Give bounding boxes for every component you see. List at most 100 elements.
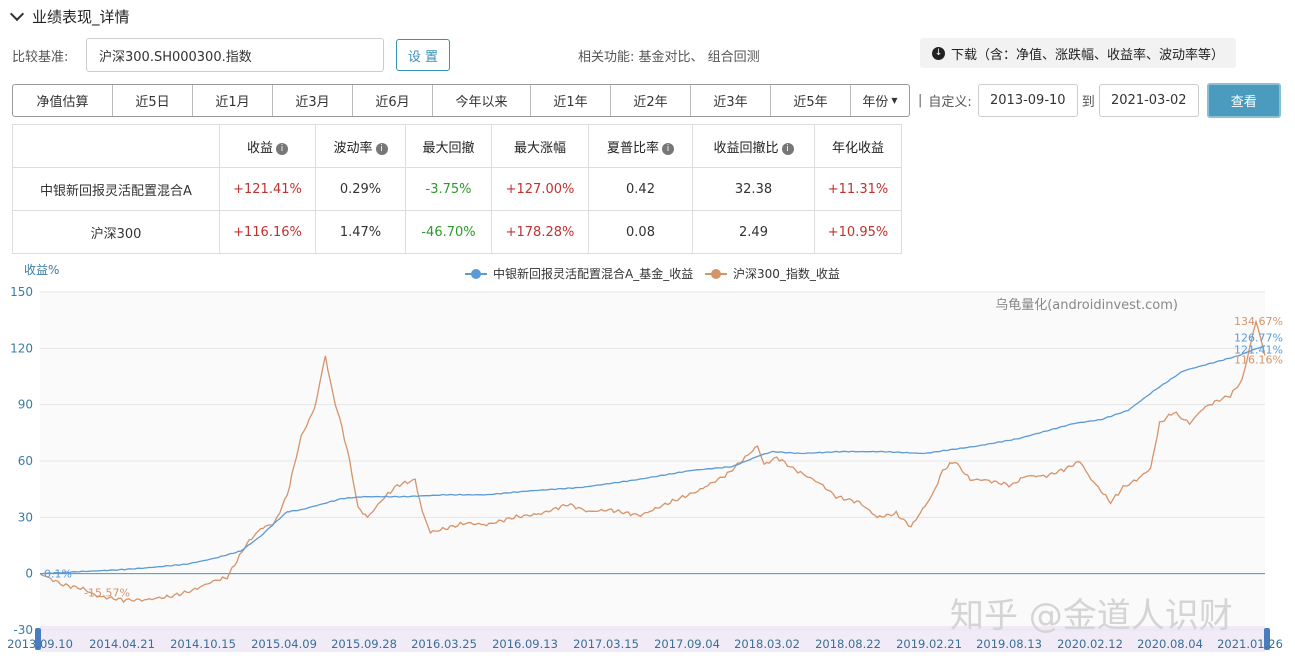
y-axis-title: 收益%	[24, 263, 59, 277]
x-tick-label: 2016.09.13	[492, 637, 558, 651]
legend-label: 中银新回报灵活配置混合A_基金_收益	[493, 266, 693, 281]
table-cell: -46.70%	[405, 210, 492, 254]
y-tick-label: 0	[25, 567, 33, 581]
info-icon[interactable]: i	[662, 142, 674, 155]
tab-7[interactable]: 近2年	[611, 85, 691, 116]
source-note: 乌龟量化(androidinvest.com)	[995, 297, 1178, 313]
y-tick-label: 90	[18, 398, 33, 412]
period-tabs: 净值估算 近5日 近1月 近3月 近6月 今年以来 近1年 近2年 近3年 近5年 年份 ▼	[12, 84, 910, 117]
table-cell: +127.00%	[491, 167, 589, 211]
x-tick-label: 2021.01.26	[1217, 637, 1283, 651]
tab-3[interactable]: 近3月	[273, 85, 353, 116]
info-icon[interactable]: i	[375, 142, 388, 155]
caret-down-icon: ▼	[891, 96, 898, 105]
x-tick-label: 2016.03.25	[411, 637, 477, 651]
tab-8[interactable]: 近3年	[691, 85, 771, 116]
table-cell: 0.29%	[315, 167, 406, 211]
download-icon: ↓	[932, 46, 945, 60]
tab-4[interactable]: 近6月	[353, 85, 433, 116]
chevron-down-icon[interactable]	[9, 6, 25, 22]
info-icon[interactable]: i	[276, 142, 288, 155]
table-cell: -3.75%	[405, 167, 492, 211]
column-header: 年化收益	[814, 124, 902, 168]
table-cell: +11.31%	[814, 167, 902, 211]
legend-swatch	[711, 269, 721, 279]
query-button[interactable]: 查看	[1206, 83, 1281, 118]
data-label: 134.67%	[1234, 315, 1283, 328]
table-cell: +10.95%	[814, 210, 902, 254]
divider: |	[918, 93, 923, 108]
table-cell: 1.47%	[315, 210, 406, 254]
column-header: 收益回撤比 i	[692, 124, 815, 168]
to-label: 到	[1081, 95, 1095, 110]
x-tick-label: 2019.08.13	[976, 637, 1042, 651]
section-title: 业绩表现_详情	[32, 7, 130, 26]
benchmark-label: 比较基准:	[12, 49, 69, 65]
column-header-label: 最大涨幅	[513, 140, 566, 156]
benchmark-input[interactable]: 沪深300.SH000300.指数	[86, 38, 384, 72]
watermark: 知乎 @金道人识财	[950, 596, 1233, 636]
data-label: 126.77%	[1234, 332, 1283, 345]
tab-2[interactable]: 近1月	[193, 85, 273, 116]
tab-0[interactable]: 净值估算	[13, 85, 113, 116]
y-tick-label: 60	[18, 454, 33, 468]
x-tick-label: 2020.02.12	[1057, 637, 1123, 651]
column-header: 最大涨幅	[491, 124, 589, 168]
x-tick-label: 2015.04.09	[251, 637, 317, 651]
data-label: -15.57%	[84, 586, 130, 599]
tab-10[interactable]: 年份 ▼	[851, 85, 909, 116]
column-header-label: 收益	[246, 140, 273, 156]
start-date-input[interactable]: 2013-09-10	[977, 84, 1078, 117]
x-tick-label: 2018.08.22	[815, 637, 881, 651]
column-header-label: 收益回撤比	[713, 140, 779, 156]
table-corner	[12, 124, 220, 168]
x-tick-label: 2017.09.04	[654, 637, 720, 651]
table-cell: +121.41%	[219, 167, 316, 211]
legend-label: 沪深300_指数_收益	[733, 266, 840, 281]
tab-1[interactable]: 近5日	[113, 85, 193, 116]
table-cell: 32.38	[692, 167, 815, 211]
column-header: 波动率 i	[315, 124, 406, 168]
column-header: 收益 i	[219, 124, 316, 168]
performance-table: 收益 i 波动率 i 最大回撤 最大涨幅 夏普比率 i 收益回撤比 i 年化收益 中银新回报灵活配置混…	[12, 124, 902, 254]
column-header-label: 最大回撤	[422, 140, 475, 156]
column-header-label: 波动率	[333, 140, 373, 156]
column-header: 夏普比率 i	[588, 124, 693, 168]
tab-6[interactable]: 近1年	[531, 85, 611, 116]
x-tick-label: 2013.09.10	[7, 637, 73, 651]
data-label: 0.1%	[44, 568, 72, 581]
x-tick-label: 2019.02.21	[896, 637, 962, 651]
x-tick-label: 2017.03.15	[573, 637, 639, 651]
column-header-label: 年化收益	[831, 140, 884, 156]
row-name: 中银新回报灵活配置混合A	[12, 167, 220, 211]
tab-5[interactable]: 今年以来	[433, 85, 531, 116]
table-row: 中银新回报灵活配置混合A +121.41% 0.29% -3.75% +127.00% 0…	[12, 167, 902, 211]
end-date-input[interactable]: 2021-03-02	[1098, 84, 1199, 117]
benchmark-row: 比较基准: 沪深300.SH000300.指数 设 置 相关功能: 基金对比、 …	[12, 38, 1292, 72]
legend-swatch	[471, 269, 481, 279]
related-functions[interactable]: 相关功能: 基金对比、 组合回测	[578, 46, 760, 65]
set-benchmark-button[interactable]: 设 置	[396, 39, 450, 71]
y-tick-label: -30	[13, 623, 33, 637]
range-row: 净值估算 近5日 近1月 近3月 近6月 今年以来 近1年 近2年 近3年 近5年 年份 ▼ | 自定…	[12, 83, 1281, 118]
custom-range-label: 自定义:	[928, 95, 972, 110]
download-label: 下载（含：净值、涨跌幅、收益率、波动率等）	[951, 47, 1225, 63]
column-header: 最大回撤	[405, 124, 492, 168]
column-header-label: 夏普比率	[606, 140, 659, 156]
download-button[interactable]: ↓ 下载（含：净值、涨跌幅、收益率、波动率等）	[920, 38, 1237, 68]
y-tick-label: 120	[10, 341, 33, 355]
info-icon[interactable]: i	[781, 142, 794, 155]
row-name: 沪深300	[12, 210, 220, 254]
y-tick-label: 150	[10, 285, 33, 299]
table-cell: +116.16%	[219, 210, 316, 254]
x-tick-label: 2020.08.04	[1137, 637, 1203, 651]
section-header[interactable]: 业绩表现_详情	[8, 6, 130, 26]
tab-9[interactable]: 近5年	[771, 85, 851, 116]
table-cell: 0.08	[588, 210, 693, 254]
x-tick-label: 2015.09.28	[331, 637, 397, 651]
x-tick-label: 2014.10.15	[170, 637, 236, 651]
y-tick-label: 30	[18, 510, 33, 524]
x-tick-label: 2018.03.02	[734, 637, 800, 651]
x-tick-label: 2014.04.21	[89, 637, 155, 651]
table-cell: 0.42	[588, 167, 693, 211]
